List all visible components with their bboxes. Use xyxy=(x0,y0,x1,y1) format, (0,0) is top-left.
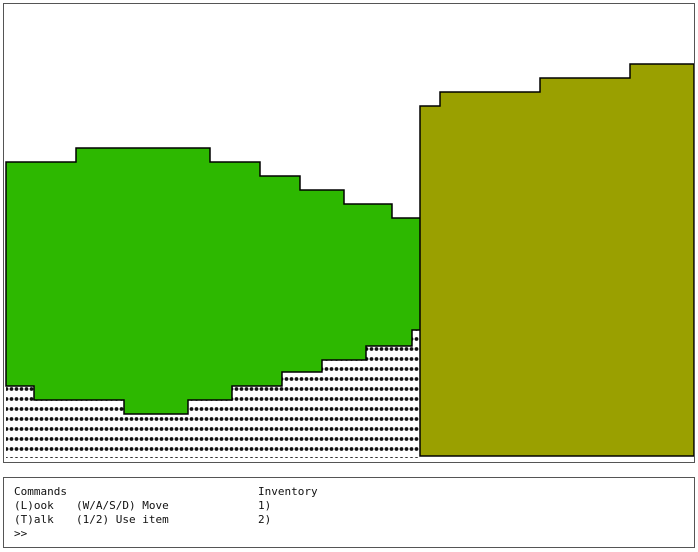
inventory-slot-1[interactable]: 1) xyxy=(258,499,271,512)
talk-command[interactable]: (T)alk xyxy=(14,513,54,526)
game-viewport xyxy=(3,3,695,463)
right-olive-shape xyxy=(419,63,694,457)
command-panel: Commands Inventory (L)ook (W/A/S/D) Move… xyxy=(3,477,695,548)
move-command[interactable]: (W/A/S/D) Move xyxy=(76,499,169,512)
use-item-command[interactable]: (1/2) Use item xyxy=(76,513,169,526)
command-prompt[interactable]: >> xyxy=(14,527,27,540)
commands-header: Commands xyxy=(14,485,67,498)
inventory-header: Inventory xyxy=(258,485,318,498)
look-command[interactable]: (L)ook xyxy=(14,499,54,512)
game-scene xyxy=(5,63,694,458)
inventory-slot-2[interactable]: 2) xyxy=(258,513,271,526)
